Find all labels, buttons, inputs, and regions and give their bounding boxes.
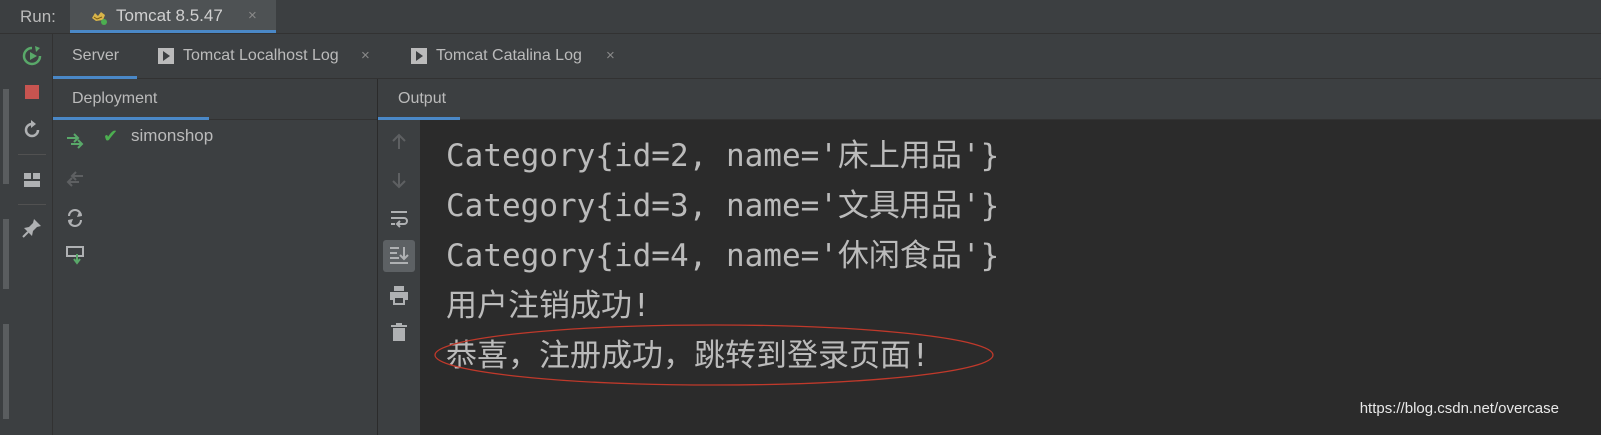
tab-label: Tomcat Localhost Log (183, 47, 339, 64)
artifact-name: simonshop (131, 126, 214, 145)
output-toolbar (378, 120, 420, 435)
run-tab-close-icon[interactable]: × (248, 7, 257, 24)
side-strip-tab[interactable] (3, 324, 9, 419)
undeploy-icon[interactable] (64, 168, 86, 190)
side-strip-tab[interactable] (3, 219, 9, 289)
layout-icon[interactable] (20, 168, 44, 192)
tomcat-icon (92, 12, 107, 25)
deployment-header[interactable]: Deployment (53, 79, 377, 120)
deploy-artifact-icon[interactable] (64, 244, 86, 266)
pin-icon[interactable] (20, 216, 44, 240)
side-strip-tab[interactable] (3, 89, 9, 184)
arrow-up-icon[interactable] (387, 130, 411, 154)
deployment-toolbar (53, 120, 95, 435)
console-output[interactable]: Category{id=2, name='床上用品'} Category{id=… (421, 120, 1601, 435)
rerun-icon[interactable] (20, 44, 44, 68)
deployment-title: Deployment (72, 90, 158, 107)
deployment-list: ✔ simonshop (95, 120, 378, 435)
tab-label: Server (72, 47, 120, 64)
tab-server[interactable]: Server (53, 34, 137, 79)
console-line: Category{id=3, name='文具用品'} (446, 188, 1000, 224)
run-config-title: Tomcat 8.5.47 (116, 6, 223, 25)
run-actions-toolbar (12, 34, 53, 435)
run-config-tab[interactable]: Tomcat 8.5.47 × (70, 0, 276, 33)
console-line: 用户注销成功! (446, 288, 651, 324)
stop-icon[interactable] (20, 80, 44, 104)
print-icon[interactable] (387, 283, 411, 307)
close-icon[interactable]: × (361, 47, 370, 64)
output-header[interactable]: Output (378, 79, 1601, 120)
close-icon[interactable]: × (606, 47, 615, 64)
run-toolbar: Run: Tomcat 8.5.47 × (0, 0, 1601, 34)
arrow-down-icon[interactable] (387, 168, 411, 192)
toolbar-separator (18, 204, 46, 205)
deploy-all-icon[interactable] (64, 130, 86, 152)
console-line: Category{id=2, name='床上用品'} (446, 138, 1000, 174)
server-tabs: Server Tomcat Localhost Log × Tomcat Cat… (53, 34, 1601, 79)
checkmark-icon: ✔ (103, 126, 119, 146)
watermark: https://blog.csdn.net/overcase (1359, 400, 1559, 417)
highlight-ellipse (434, 324, 994, 386)
soft-wrap-icon[interactable] (387, 206, 411, 230)
tab-tomcat-catalina-log[interactable]: Tomcat Catalina Log × (409, 34, 629, 78)
run-label: Run: (20, 7, 56, 26)
toolbar-separator (18, 154, 46, 155)
console-line: Category{id=4, name='休闲食品'} (446, 238, 1000, 274)
output-title: Output (398, 90, 447, 107)
trash-icon[interactable] (387, 320, 411, 344)
refresh-icon[interactable] (64, 207, 86, 229)
log-console-icon (411, 48, 427, 64)
tab-label: Tomcat Catalina Log (436, 47, 582, 64)
active-tab-indicator (70, 30, 276, 33)
scroll-to-end-icon[interactable] (383, 240, 415, 272)
tab-tomcat-localhost-log[interactable]: Tomcat Localhost Log × (156, 34, 386, 78)
log-console-icon (158, 48, 174, 64)
update-app-icon[interactable] (20, 118, 44, 142)
